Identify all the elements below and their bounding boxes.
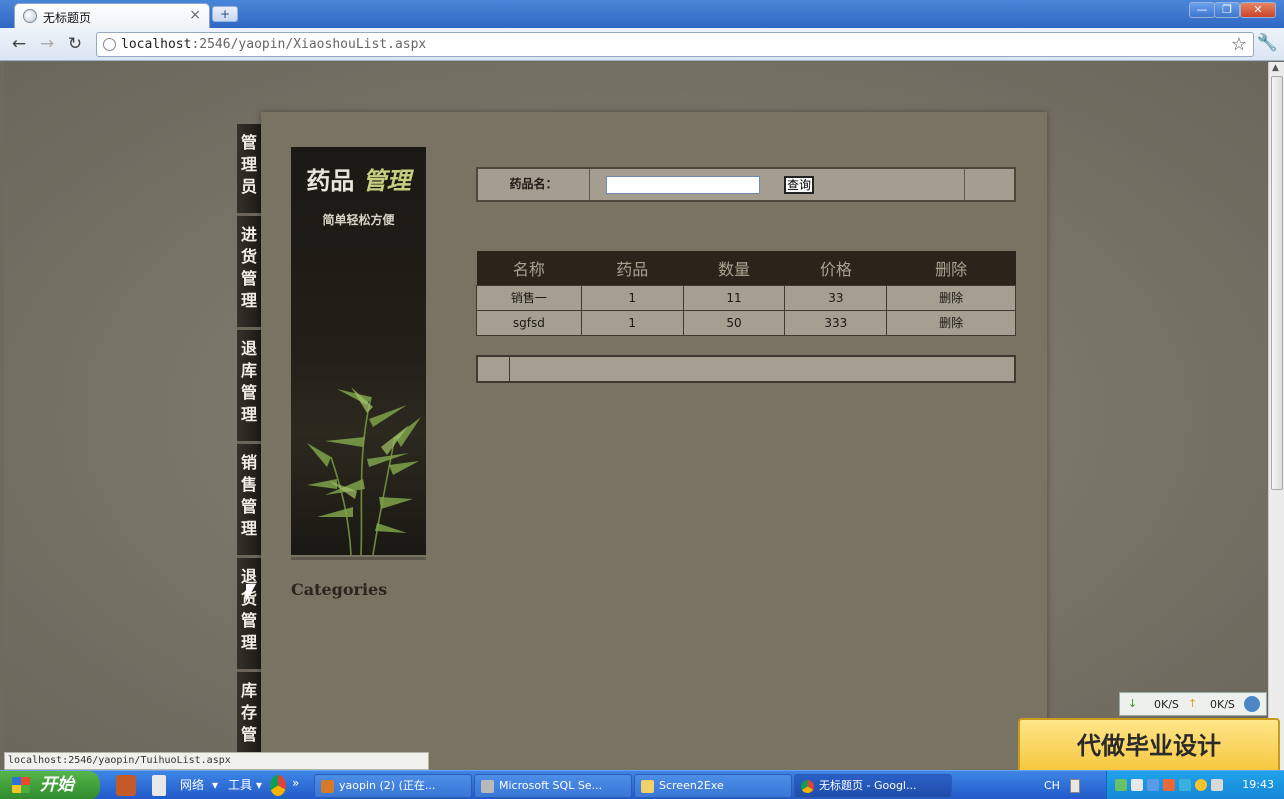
- taskbar-clock: 19:43: [1242, 778, 1274, 791]
- col-header-delete: 删除: [886, 251, 1016, 285]
- sidebar-banner: 药品 管理 简单轻松方便: [291, 147, 426, 555]
- start-button[interactable]: 开始: [0, 771, 100, 799]
- browser-tab[interactable]: 无标题页 ×: [14, 3, 210, 28]
- tray-icon[interactable]: [1179, 779, 1191, 791]
- tray-icon[interactable]: [1163, 779, 1175, 791]
- restore-button[interactable]: ❐: [1214, 2, 1240, 18]
- search-bar: 药品名： 查询: [476, 167, 1016, 202]
- upload-arrow-icon: ↑: [1188, 697, 1198, 710]
- taskbar: 开始 网络 ▾ 工具 ▾ » yaopin (2) (正在... Microso…: [0, 770, 1284, 799]
- overflow-chevron-icon[interactable]: »: [292, 773, 299, 794]
- wrench-icon[interactable]: 🔧: [1257, 33, 1278, 53]
- cell-drug: 1: [580, 309, 684, 336]
- promo-banner: 代做毕业设计: [1018, 718, 1280, 790]
- bamboo-icon: [307, 387, 421, 555]
- status-url-bubble: localhost:2546/yaopin/TuihuoList.aspx: [4, 752, 429, 770]
- banner-underline: [291, 557, 426, 560]
- quicklaunch-app-icon[interactable]: [116, 775, 136, 796]
- cell-price: 33: [784, 284, 888, 311]
- tab-close-button[interactable]: ×: [189, 7, 201, 23]
- col-header-name: 名称: [476, 251, 582, 285]
- task-app-icon: [321, 780, 334, 793]
- download-speed: 0K/S: [1154, 698, 1179, 711]
- quicklaunch-ie-icon[interactable]: [152, 775, 166, 796]
- task-screen2exe[interactable]: Screen2Exe: [634, 774, 792, 798]
- nav-item-return-stock[interactable]: 退库管理: [237, 330, 261, 444]
- scrollbar-thumb[interactable]: [1271, 76, 1283, 490]
- tray-icon[interactable]: [1211, 779, 1223, 791]
- task-sql-icon: [481, 780, 494, 793]
- main-panel: 药品 管理 简单轻松方便 Categories 药品名： 查询 名称 药品 数量…: [261, 112, 1047, 770]
- download-arrow-icon: ↓: [1128, 697, 1138, 710]
- table-row: sgfsd 1 50 333 删除: [476, 309, 1016, 336]
- banner-title: 药品 管理: [306, 166, 411, 195]
- col-header-price: 价格: [784, 251, 887, 285]
- windows-flag-icon: [12, 777, 30, 793]
- forward-arrow-icon[interactable]: →: [36, 34, 58, 54]
- tray-icon[interactable]: [1131, 779, 1143, 791]
- quicklaunch-network[interactable]: 网络: [180, 775, 204, 796]
- delete-link[interactable]: 删除: [886, 284, 1016, 311]
- nav-item-sales[interactable]: 销售管理: [237, 444, 261, 558]
- nav-item-admin[interactable]: 管理员: [237, 124, 261, 216]
- search-divider: [964, 169, 965, 200]
- chrome-icon: [801, 780, 814, 793]
- reload-icon[interactable]: ↻: [64, 34, 86, 54]
- dropdown-icon[interactable]: ▾: [212, 775, 218, 796]
- cell-name: sgfsd: [476, 309, 582, 336]
- folder-icon: [641, 780, 654, 793]
- cell-drug: 1: [580, 284, 684, 311]
- sales-table: 名称 药品 数量 价格 删除 销售一 1 11 33 删除 sgfsd 1 50…: [476, 251, 1016, 336]
- table-row: 销售一 1 11 33 删除: [476, 284, 1016, 311]
- minimize-button[interactable]: —: [1189, 2, 1215, 18]
- language-indicator[interactable]: CH: [1044, 779, 1060, 792]
- tray-icon[interactable]: [1147, 779, 1159, 791]
- globe-icon: [23, 9, 37, 23]
- query-button[interactable]: 查询: [784, 176, 814, 194]
- cell-qty: 11: [682, 284, 786, 311]
- url-text: localhost:2546/yaopin/XiaoshouList.aspx: [121, 37, 427, 52]
- task-yaopin[interactable]: yaopin (2) (正在...: [314, 774, 472, 798]
- table-header-row: 名称 药品 数量 价格 删除: [476, 251, 1016, 285]
- tray-icon[interactable]: [1195, 779, 1207, 791]
- window-titlebar: 无标题页 × + — ❐ ✕: [0, 0, 1284, 28]
- quicklaunch-tools[interactable]: 工具: [228, 775, 252, 796]
- tray-icon[interactable]: [1115, 779, 1127, 791]
- cell-name: 销售一: [476, 284, 582, 311]
- dropdown-icon[interactable]: ▾: [256, 775, 262, 796]
- pager-cell: [478, 357, 510, 381]
- browser-toolbar: ← → ↻ localhost:2546/yaopin/XiaoshouList…: [0, 28, 1284, 61]
- system-tray: 19:43: [1106, 771, 1284, 799]
- ie-icon[interactable]: [1244, 696, 1260, 712]
- cell-price: 333: [784, 309, 888, 336]
- scroll-up-icon[interactable]: ▲: [1272, 63, 1279, 73]
- back-arrow-icon[interactable]: ←: [8, 34, 30, 54]
- drug-name-input[interactable]: [606, 176, 760, 194]
- tab-title: 无标题页: [43, 11, 92, 25]
- page-viewport: 管理员 进货管理 退库管理 销售管理 退货管理 库存管 药品 管理 简单轻松方便: [4, 62, 1268, 770]
- page-icon: [103, 38, 116, 51]
- page-scrollbar[interactable]: ▲: [1268, 62, 1284, 770]
- mouse-cursor-icon: [246, 584, 256, 602]
- speed-widget: ↓ 0K/S ↑ 0K/S: [1119, 692, 1267, 716]
- upload-speed: 0K/S: [1210, 698, 1235, 711]
- new-tab-button[interactable]: +: [212, 6, 238, 22]
- col-header-qty: 数量: [683, 251, 785, 285]
- nav-item-return-goods[interactable]: 退货管理: [237, 558, 261, 672]
- col-header-drug: 药品: [581, 251, 684, 285]
- banner-subtitle: 简单轻松方便: [322, 213, 395, 227]
- categories-heading: Categories: [291, 580, 388, 599]
- input-method-icon[interactable]: [1070, 779, 1080, 793]
- bookmark-star-icon[interactable]: ☆: [1231, 34, 1247, 55]
- cell-qty: 50: [682, 309, 786, 336]
- chrome-icon[interactable]: [270, 775, 286, 796]
- nav-item-purchase[interactable]: 进货管理: [237, 216, 261, 330]
- address-bar[interactable]: localhost:2546/yaopin/XiaoshouList.aspx …: [96, 32, 1254, 57]
- task-chrome[interactable]: 无标题页 - Googl...: [794, 774, 952, 798]
- delete-link[interactable]: 删除: [886, 309, 1016, 336]
- pager-bar: [476, 355, 1016, 383]
- close-window-button[interactable]: ✕: [1240, 2, 1276, 18]
- task-sql-server[interactable]: Microsoft SQL Se...: [474, 774, 632, 798]
- search-label: 药品名：: [478, 169, 590, 200]
